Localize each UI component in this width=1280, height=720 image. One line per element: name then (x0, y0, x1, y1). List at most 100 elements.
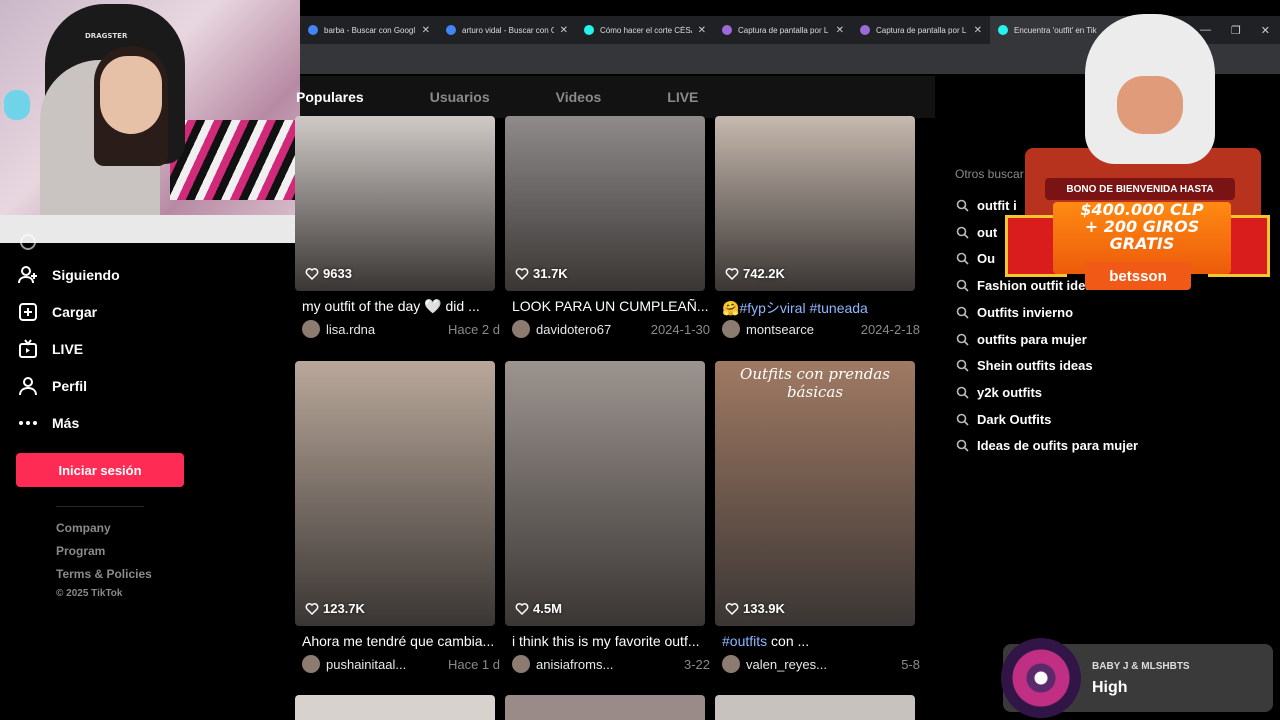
sidebar-item-partial[interactable] (18, 232, 38, 252)
video-thumbnail[interactable]: 123.7K (295, 361, 495, 626)
related-search-item[interactable]: Shein outfits ideas (956, 358, 1093, 373)
video-thumbnail[interactable]: 4.5M (505, 361, 705, 626)
related-search-item[interactable]: out (956, 225, 997, 240)
favicon-icon (860, 25, 870, 35)
heart-icon (725, 602, 739, 615)
video-meta: lisa.rdna Hace 2 d (302, 320, 500, 338)
related-search-label: Shein outfits ideas (977, 358, 1093, 374)
post-date: 2024-2-18 (860, 321, 920, 337)
browser-tab-title: Captura de pantalla por L (876, 25, 967, 35)
sidebar-item-live[interactable]: LIVE (18, 339, 83, 359)
browser-tab[interactable]: barba - Buscar con Googl ✕ (300, 16, 438, 44)
search-icon (956, 386, 969, 399)
avatar[interactable] (722, 655, 740, 673)
video-card[interactable]: 742.2K 🤗#fypシviral #tuneada montsearce 2024… (715, 116, 920, 338)
browser-tab-title: Cómo hacer el corte CÉSA (600, 25, 692, 35)
like-count-value: 4.5M (533, 601, 562, 616)
avatar[interactable] (302, 655, 320, 673)
ad-brand-logo: betsson (1085, 262, 1191, 290)
post-date: 5-8 (901, 656, 920, 672)
footer-link-terms[interactable]: Terms & Policies (56, 567, 152, 581)
sidebar-divider (56, 506, 144, 507)
search-icon (956, 226, 969, 239)
username[interactable]: pushainitaal... (326, 657, 448, 672)
video-thumb-partial[interactable] (715, 695, 915, 720)
tab-close-icon[interactable]: ✕ (560, 25, 568, 36)
video-caption[interactable]: LOOK PARA UN CUMPLEAÑ... (512, 298, 712, 314)
related-search-item[interactable]: y2k outfits (956, 385, 1042, 400)
video-thumb-partial[interactable] (295, 695, 495, 720)
sidebar-item-label: Siguiendo (52, 267, 120, 283)
tab-videos[interactable]: Videos (556, 89, 602, 105)
avatar[interactable] (512, 320, 530, 338)
avatar[interactable] (512, 655, 530, 673)
video-meta: davidotero67 2024-1-30 (512, 320, 710, 338)
video-card[interactable]: Outfits con prendas básicas 133.9K #outfit… (715, 361, 920, 673)
video-caption[interactable]: 🤗#fypシviral #tuneada (722, 298, 922, 318)
related-search-label: Dark Outfits (977, 411, 1052, 427)
ad-amount-line: GRATIS (1109, 233, 1175, 253)
avatar[interactable] (302, 320, 320, 338)
video-caption[interactable]: Ahora me tendré que cambia... (302, 633, 502, 649)
related-search-item[interactable]: Ideas de oufits para mujer (956, 438, 1138, 453)
related-search-label: Outfits invierno (977, 304, 1074, 320)
video-caption[interactable]: #outfits con ... (722, 633, 922, 649)
like-count: 9633 (305, 266, 352, 281)
caption-hashtags[interactable]: 🤗#fypシviral #tuneada (722, 300, 868, 316)
video-thumbnail[interactable]: 31.7K (505, 116, 705, 291)
search-tabs: Populares Usuarios Videos LIVE (296, 76, 935, 118)
video-caption[interactable]: my outfit of the day 🤍 did ... (302, 298, 502, 315)
username[interactable]: davidotero67 (536, 322, 651, 337)
heart-icon (305, 602, 319, 615)
sidebar-item-cargar[interactable]: Cargar (18, 302, 97, 322)
avatar[interactable] (722, 320, 740, 338)
video-card[interactable]: 31.7K LOOK PARA UN CUMPLEAÑ... davidotero6… (505, 116, 710, 338)
footer-link-company[interactable]: Company (56, 521, 111, 535)
sidebar-item-mas[interactable]: Más (18, 413, 79, 433)
tab-close-icon[interactable]: ✕ (422, 25, 430, 36)
video-caption[interactable]: i think this is my favorite outf... (512, 633, 712, 649)
search-icon (956, 439, 969, 452)
video-thumbnail[interactable]: 9633 (295, 116, 495, 291)
username[interactable]: lisa.rdna (326, 322, 448, 337)
like-count: 4.5M (515, 601, 562, 616)
browser-tab-title: arturo vidal - Buscar con G (462, 25, 554, 35)
tab-populares[interactable]: Populares (296, 89, 364, 105)
login-button[interactable]: Iniciar sesión (16, 453, 184, 487)
video-card[interactable]: 4.5M i think this is my favorite outf... a… (505, 361, 710, 673)
video-meta: valen_reyes... 5-8 (722, 655, 920, 673)
tab-close-icon[interactable]: ✕ (836, 25, 844, 36)
caption-hashtags[interactable]: #outfits (722, 633, 767, 649)
video-card[interactable]: 9633 my outfit of the day 🤍 did ... lisa.r… (295, 116, 500, 338)
video-meta: anisiafroms... 3-22 (512, 655, 710, 673)
sidebar-item-perfil[interactable]: Perfil (18, 376, 87, 396)
caption-text: i think this is my favorite outf... (512, 633, 700, 649)
username[interactable]: anisiafroms... (536, 657, 684, 672)
related-search-item[interactable]: outfits para mujer (956, 332, 1087, 347)
related-search-item[interactable]: Outfits invierno (956, 305, 1073, 320)
browser-tab-title: barba - Buscar con Googl (324, 25, 416, 35)
browser-tab[interactable]: arturo vidal - Buscar con G ✕ (438, 16, 576, 44)
username[interactable]: montsearce (746, 322, 861, 337)
sidebar-item-siguiendo[interactable]: Siguiendo (18, 265, 120, 285)
video-thumbnail[interactable]: 742.2K (715, 116, 915, 291)
like-count: 31.7K (515, 266, 568, 281)
username[interactable]: valen_reyes... (746, 657, 901, 672)
video-card[interactable]: 123.7K Ahora me tendré que cambia... pusha… (295, 361, 500, 673)
tab-live[interactable]: LIVE (667, 89, 698, 105)
search-icon (956, 359, 969, 372)
browser-tab[interactable]: Captura de pantalla por L ✕ (714, 16, 852, 44)
footer-link-program[interactable]: Program (56, 544, 105, 558)
browser-tab[interactable]: Cómo hacer el corte CÉSA ✕ (576, 16, 714, 44)
tab-usuarios[interactable]: Usuarios (430, 89, 490, 105)
browser-tab[interactable]: Captura de pantalla por L ✕ (852, 16, 990, 44)
related-search-item[interactable]: Dark Outfits (956, 412, 1051, 427)
sidebar-item-label: Cargar (52, 304, 98, 320)
caption-text: Ahora me tendré que cambia... (302, 633, 495, 649)
video-thumb-partial[interactable] (505, 695, 705, 720)
tab-close-icon[interactable]: ✕ (974, 25, 982, 36)
video-thumbnail[interactable]: Outfits con prendas básicas 133.9K (715, 361, 915, 626)
tab-close-icon[interactable]: ✕ (698, 25, 706, 36)
like-count: 742.2K (725, 266, 785, 281)
related-search-item[interactable]: Ou (956, 251, 995, 266)
